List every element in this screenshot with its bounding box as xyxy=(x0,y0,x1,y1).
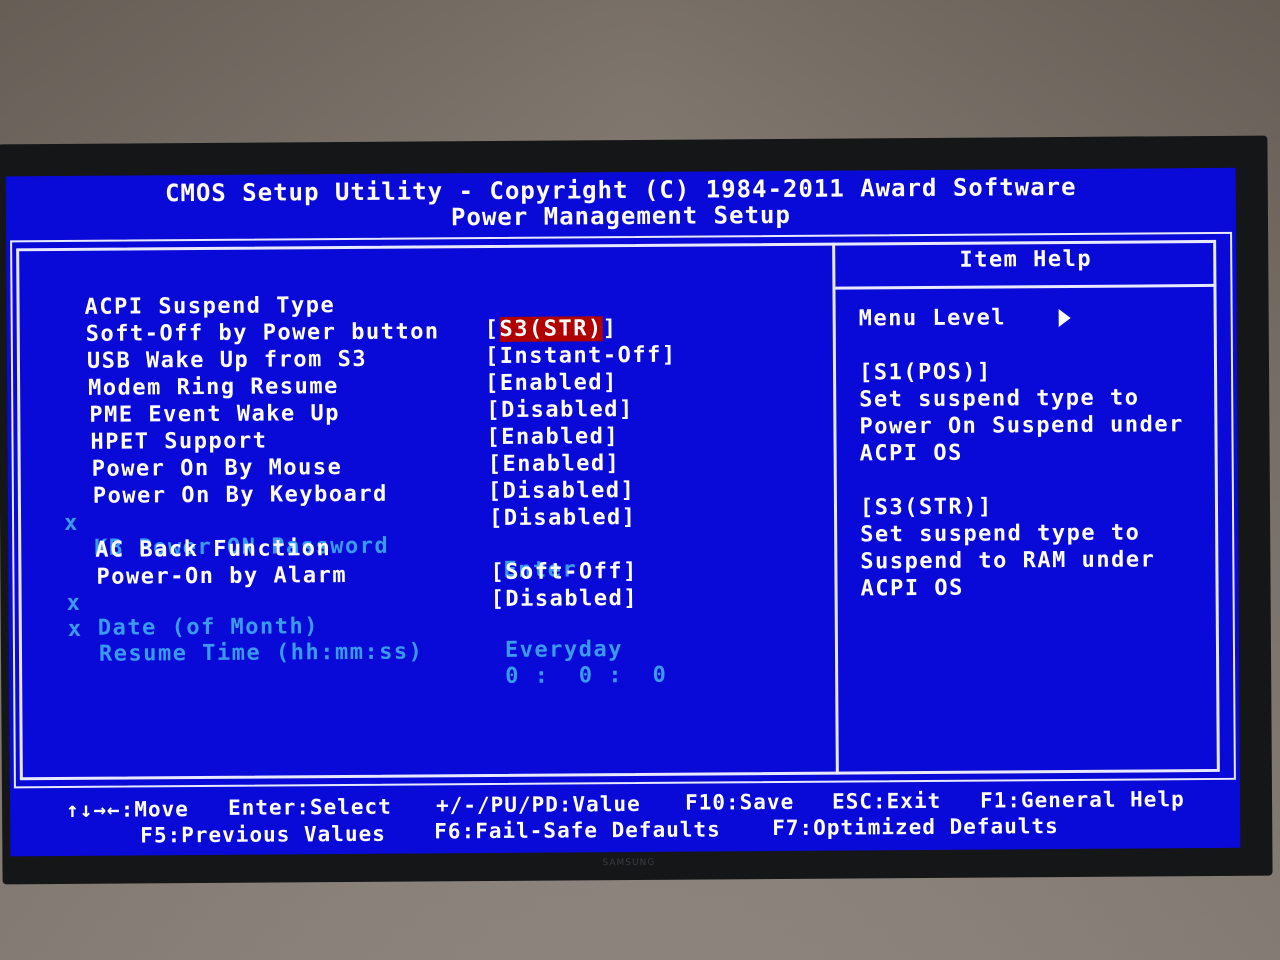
bios-screen: CMOS Setup Utility - Copyright (C) 1984-… xyxy=(5,167,1241,857)
setting-power-on-by-mouse[interactable]: Power On By Mouse [Disabled] xyxy=(7,432,636,504)
setting-value[interactable]: [Disabled] xyxy=(486,397,634,423)
setting-kb-power-on-password: x KB Power ON Password Enter xyxy=(8,486,577,583)
setting-value[interactable]: [Disabled] xyxy=(488,478,636,504)
setting-value: Everyday xyxy=(504,637,624,663)
selected-value-highlight[interactable]: S3(STR) xyxy=(499,316,603,342)
help-line: Set suspend type to xyxy=(860,520,1141,548)
setting-soft-off-by-power-button[interactable]: Soft-Off by Power button [Instant-Off] xyxy=(7,297,677,369)
setting-modem-ring-resume[interactable]: Modem Ring Resume [Disabled] xyxy=(7,351,634,423)
hint-value: +/-/PU/PD:Value xyxy=(435,791,641,818)
hint-move: ↑↓→←:Move xyxy=(65,797,189,822)
setting-label: Resume Time (hh:mm:ss) xyxy=(98,639,424,667)
setting-value[interactable]: [Soft-Off] xyxy=(490,559,638,585)
help-line: Set suspend type to xyxy=(859,385,1140,413)
setting-value[interactable]: [Disabled] xyxy=(489,505,637,531)
setting-label: Power On By Mouse xyxy=(91,455,343,482)
menu-level-arrow-icon xyxy=(1058,308,1071,328)
setting-value[interactable]: [S3(STR)] xyxy=(485,316,618,342)
setting-acpi-suspend-type[interactable]: ACPI Suspend Type [S3(STR)] xyxy=(6,270,617,342)
hint-save: F10:Save xyxy=(684,789,795,815)
setting-hpet-support[interactable]: HPET Support [Enabled] xyxy=(7,405,620,477)
hint-optimized-defaults: F7:Optimized Defaults xyxy=(772,814,1059,841)
monitor-bezel: CMOS Setup Utility - Copyright (C) 1984-… xyxy=(0,135,1273,885)
menu-level-label: Menu Level xyxy=(858,305,1007,332)
setting-label: Date (of Month) xyxy=(97,614,320,641)
disabled-marker: x xyxy=(67,616,83,642)
hint-general-help: F1:General Help xyxy=(979,787,1185,813)
help-line: Power On Suspend under xyxy=(859,412,1184,440)
help-line: ACPI OS xyxy=(859,440,963,467)
setting-label: Soft-Off by Power button xyxy=(85,319,440,347)
setting-label: USB Wake Up from S3 xyxy=(86,346,368,374)
help-line: Suspend to RAM under xyxy=(860,547,1156,575)
monitor-brand-logo: SAMSUNG xyxy=(602,857,656,869)
setting-value[interactable]: [Enabled] xyxy=(488,451,621,477)
setting-date-of-month: x Date (of Month) Everyday xyxy=(8,566,623,663)
hint-fail-safe-defaults: F6:Fail-Safe Defaults xyxy=(434,817,721,844)
setting-value[interactable]: [Instant-Off] xyxy=(485,343,677,369)
help-line: ACPI OS xyxy=(860,575,964,602)
hint-previous-values: F5:Previous Values xyxy=(140,821,386,848)
hint-enter-select: Enter:Select xyxy=(227,794,392,820)
setting-usb-wake-up[interactable]: USB Wake Up from S3 [Enabled] xyxy=(7,324,618,396)
item-help-title: Item Help xyxy=(959,246,1093,273)
setting-pme-event-wake-up[interactable]: PME Event Wake Up [Enabled] xyxy=(7,378,619,450)
help-line: [S1(POS)] xyxy=(858,359,992,386)
setting-label: Power-On by Alarm xyxy=(96,563,348,590)
setting-label: PME Event Wake Up xyxy=(89,401,341,428)
setting-label: Modem Ring Resume xyxy=(88,374,339,401)
setting-power-on-by-keyboard[interactable]: Power On By Keyboard [Disabled] xyxy=(8,459,637,531)
setting-value: 0 : 0 : 0 xyxy=(505,662,668,689)
help-line: [S3(STR)] xyxy=(859,494,993,521)
setting-label: Power On By Keyboard xyxy=(92,481,388,509)
setting-value[interactable]: [Enabled] xyxy=(486,424,619,450)
hint-exit: ESC:Exit xyxy=(831,788,942,814)
setting-value[interactable]: [Disabled] xyxy=(491,586,639,612)
setting-resume-time: x Resume Time (hh:mm:ss) 0 : 0 : 0 xyxy=(9,592,668,689)
setting-value[interactable]: [Enabled] xyxy=(485,370,618,396)
setting-ac-back-function[interactable]: AC Back Function [Soft-Off] xyxy=(8,513,638,585)
setting-power-on-by-alarm[interactable]: Power-On by Alarm [Disabled] xyxy=(8,540,638,612)
setting-label: AC Back Function xyxy=(95,536,332,563)
